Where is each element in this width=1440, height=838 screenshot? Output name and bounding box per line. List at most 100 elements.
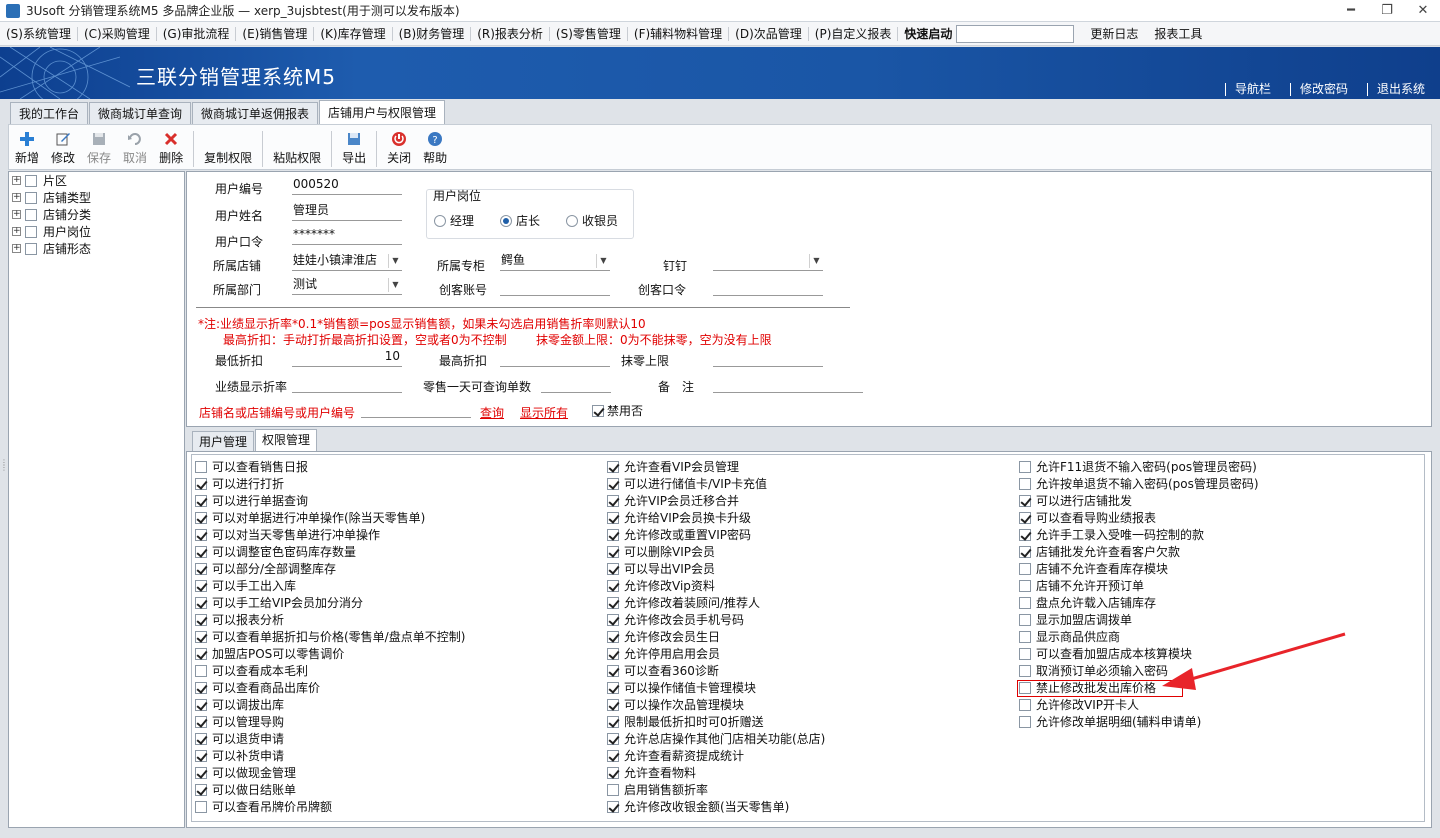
permission-checkbox[interactable] [195, 783, 207, 796]
chevron-down-icon[interactable]: ▼ [596, 254, 610, 268]
expand-icon[interactable]: + [12, 227, 21, 236]
permission-item[interactable]: 盘点允许载入店铺库存 [1019, 594, 1259, 611]
tree-checkbox[interactable] [25, 174, 37, 187]
permission-checkbox[interactable] [607, 613, 619, 626]
permission-item[interactable]: 可以查看导购业绩报表 [1019, 509, 1259, 526]
permission-checkbox[interactable] [1019, 613, 1031, 626]
permission-item[interactable]: 允许修改会员生日 [607, 628, 825, 645]
permission-item[interactable]: 可以管理导购 [195, 713, 465, 730]
permission-checkbox[interactable] [1019, 596, 1031, 609]
permission-checkbox[interactable] [607, 783, 619, 796]
expand-icon[interactable]: + [12, 193, 21, 202]
permission-item[interactable]: 取消预订单必须输入密码 [1019, 662, 1259, 679]
permission-checkbox[interactable] [1019, 494, 1031, 507]
permission-checkbox[interactable] [607, 630, 619, 643]
permission-checkbox[interactable] [195, 596, 207, 609]
permission-checkbox[interactable] [607, 477, 619, 490]
permission-item[interactable]: 允许手工录入受唯一码控制的款 [1019, 526, 1259, 543]
permission-checkbox[interactable] [1019, 477, 1031, 490]
permission-item[interactable]: 允许VIP会员迁移合并 [607, 492, 825, 509]
permission-checkbox[interactable] [195, 562, 207, 575]
menu-item-sales[interactable]: (E)销售管理 [236, 26, 315, 41]
menu-item-retail[interactable]: (S)零售管理 [550, 26, 628, 41]
logout-link[interactable]: 退出系统 [1366, 83, 1434, 96]
permission-checkbox[interactable] [1019, 664, 1031, 677]
round-limit-field[interactable] [713, 348, 823, 367]
password-field[interactable]: ******* [292, 226, 402, 245]
radio-cashier[interactable]: 收银员 [566, 212, 618, 229]
permission-item[interactable]: 允许修改VIP开卡人 [1019, 696, 1259, 713]
query-link[interactable]: 查询 [480, 404, 504, 421]
user-id-field[interactable]: 000520 [292, 176, 402, 195]
permission-item[interactable]: 可以做现金管理 [195, 764, 465, 781]
permission-item[interactable]: 店铺不允许查看库存模块 [1019, 560, 1259, 577]
permission-item[interactable]: 可以部分/全部调整库存 [195, 560, 465, 577]
tree-node-store-type[interactable]: + 店铺类型 [9, 189, 184, 206]
copy-permissions-button[interactable]: 复制权限 [204, 131, 252, 166]
disabled-checkbox[interactable]: 禁用否 [592, 402, 643, 419]
tab-mall-orders[interactable]: 微商城订单查询 [89, 102, 192, 124]
permission-checkbox[interactable] [1019, 647, 1031, 660]
tree-node-region[interactable]: + 片区 [9, 172, 184, 189]
permission-checkbox[interactable] [607, 664, 619, 677]
permission-checkbox[interactable] [1019, 715, 1031, 728]
permission-checkbox[interactable] [607, 528, 619, 541]
permission-item[interactable]: 可以查看单据折扣与价格(零售单/盘点单不控制) [195, 628, 465, 645]
permission-checkbox[interactable] [1019, 528, 1031, 541]
permission-checkbox[interactable] [1019, 511, 1031, 524]
permission-checkbox[interactable] [195, 528, 207, 541]
permission-item[interactable]: 可以报表分析 [195, 611, 465, 628]
tree-node-store-category[interactable]: + 店铺分类 [9, 206, 184, 223]
permission-checkbox[interactable] [195, 579, 207, 592]
permission-item[interactable]: 显示加盟店调拨单 [1019, 611, 1259, 628]
permission-checkbox[interactable] [607, 562, 619, 575]
permission-checkbox[interactable] [607, 749, 619, 762]
permission-checkbox[interactable] [195, 511, 207, 524]
retail-query-field[interactable] [541, 374, 611, 393]
permission-checkbox[interactable] [195, 800, 207, 813]
permission-item[interactable]: 允许修改单据明细(辅料申请单) [1019, 713, 1259, 730]
permission-checkbox[interactable] [607, 596, 619, 609]
cancel-button[interactable]: 取消 [123, 131, 147, 166]
permission-item[interactable]: 可以进行打折 [195, 475, 465, 492]
expand-icon[interactable]: + [12, 244, 21, 253]
delete-button[interactable]: 删除 [159, 131, 183, 166]
tree-checkbox[interactable] [25, 242, 37, 255]
permission-checkbox[interactable] [195, 766, 207, 779]
permission-checkbox[interactable] [195, 698, 207, 711]
min-discount-field[interactable]: 10 [292, 348, 402, 367]
permission-checkbox[interactable] [195, 613, 207, 626]
help-button[interactable]: ? 帮助 [423, 131, 447, 166]
permission-checkbox[interactable] [1019, 579, 1031, 592]
permission-checkbox[interactable] [607, 681, 619, 694]
changelog-link[interactable]: 更新日志 [1090, 25, 1138, 42]
permission-checkbox[interactable] [1019, 698, 1031, 711]
splitter-handle[interactable]: ⋮ ⋮ [0, 459, 8, 472]
permission-checkbox[interactable] [195, 715, 207, 728]
perf-rate-field[interactable] [292, 374, 402, 393]
store-select[interactable]: 娃娃小镇津淮店 ▼ [292, 252, 402, 271]
dingding-select[interactable]: ▼ [713, 252, 823, 271]
permission-item[interactable]: 允许按单退货不输入密码(pos管理员密码) [1019, 475, 1259, 492]
permission-item[interactable]: 可以查看吊牌价吊牌额 [195, 798, 465, 815]
permission-item[interactable]: 可以调拔出库 [195, 696, 465, 713]
close-icon[interactable]: ✕ [1414, 2, 1432, 20]
permission-checkbox[interactable] [607, 511, 619, 524]
menu-item-purchase[interactable]: (C)采购管理 [78, 26, 157, 41]
tree-node-store-form[interactable]: + 店铺形态 [9, 240, 184, 257]
permission-item[interactable]: 允许给VIP会员换卡升级 [607, 509, 825, 526]
permission-checkbox[interactable] [195, 647, 207, 660]
permission-checkbox[interactable] [195, 681, 207, 694]
permission-item[interactable]: 允许修改Vip资料 [607, 577, 825, 594]
permission-item[interactable]: 限制最低折扣时可0折赠送 [607, 713, 825, 730]
chuangke-password-field[interactable] [713, 277, 823, 296]
permission-checkbox[interactable] [195, 664, 207, 677]
tab-store-users[interactable]: 店铺用户与权限管理 [319, 100, 446, 124]
new-button[interactable]: 新增 [15, 131, 39, 166]
permission-checkbox[interactable] [607, 732, 619, 745]
chevron-down-icon[interactable]: ▼ [388, 254, 402, 268]
paste-permissions-button[interactable]: 粘贴权限 [273, 131, 321, 166]
permission-checkbox[interactable] [607, 800, 619, 813]
chevron-down-icon[interactable]: ▼ [388, 278, 402, 292]
permission-item[interactable]: 允许修改会员手机号码 [607, 611, 825, 628]
